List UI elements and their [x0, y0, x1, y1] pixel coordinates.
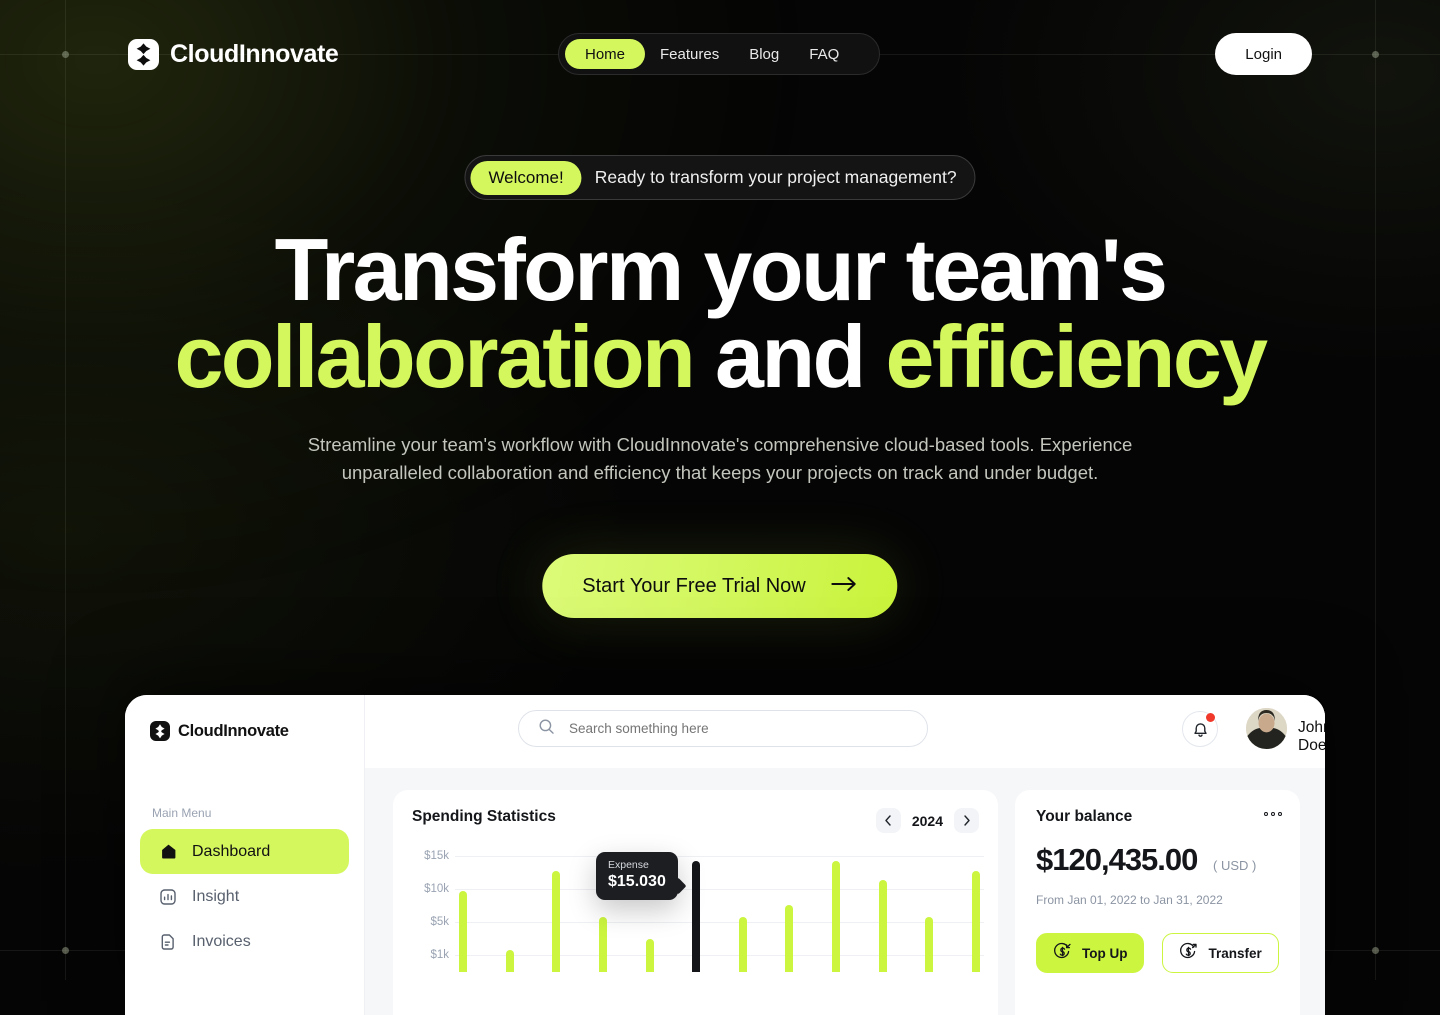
y-tick-label: $15k	[424, 850, 449, 862]
balance-date-range: From Jan 01, 2022 to Jan 31, 2022	[1036, 893, 1223, 907]
dashboard-brand-name: CloudInnovate	[178, 721, 289, 740]
headline-lime-collaboration: collaboration	[174, 307, 695, 407]
search-icon	[538, 718, 555, 740]
y-tick-label: $1k	[430, 949, 449, 961]
chart-bar[interactable]	[598, 916, 607, 972]
chevron-right-icon[interactable]	[954, 808, 979, 833]
spending-statistics-card: Spending Statistics 2024 $15k $10k $5k $…	[393, 790, 998, 1015]
sidebar-section-label: Main Menu	[152, 806, 212, 820]
top-up-label: Top Up	[1082, 945, 1128, 961]
login-button[interactable]: Login	[1215, 33, 1312, 75]
headline-lime-efficiency: efficiency	[885, 307, 1269, 407]
main-navigation: Home Features Blog FAQ	[558, 33, 880, 75]
tooltip-label: Expense	[608, 859, 649, 871]
nav-item-faq[interactable]: FAQ	[794, 39, 854, 69]
sidebar-menu: Dashboard Insight Invoices	[140, 829, 349, 964]
arrow-right-icon	[831, 575, 858, 598]
notification-badge	[1206, 713, 1215, 722]
welcome-chip: Welcome!	[470, 160, 582, 195]
site-header: CloudInnovate Home Features Blog FAQ Log…	[0, 0, 1440, 108]
grid-node-bottom-right	[1372, 947, 1379, 954]
transfer-button[interactable]: Transfer	[1162, 933, 1279, 973]
selected-year: 2024	[911, 812, 943, 829]
tooltip-value: $15.030	[608, 873, 666, 890]
dollar-arrow-out-icon	[1179, 942, 1198, 964]
balance-actions: Top Up Transfer	[1036, 933, 1279, 973]
sidebar-item-invoices[interactable]: Invoices	[140, 919, 349, 964]
welcome-banner: Welcome! Ready to transform your project…	[464, 155, 976, 200]
avatar[interactable]	[1246, 708, 1287, 749]
nav-item-features[interactable]: Features	[645, 39, 734, 69]
search-input[interactable]	[569, 721, 879, 736]
chart-bar[interactable]	[552, 870, 561, 972]
dashboard-preview: CloudInnovate Main Menu Dashboard Insigh…	[125, 695, 1325, 1015]
search-box[interactable]	[518, 710, 928, 747]
chart-bar[interactable]	[738, 916, 747, 972]
dashboard-topbar: John Doe	[365, 695, 1325, 768]
welcome-message: Ready to transform your project manageme…	[594, 167, 957, 187]
chart-bar[interactable]	[971, 870, 980, 972]
sidebar-item-dashboard[interactable]: Dashboard	[140, 829, 349, 874]
brand-logo[interactable]: CloudInnovate	[128, 39, 339, 70]
chart-bar[interactable]	[505, 949, 514, 972]
dashboard-brand[interactable]: CloudInnovate	[150, 721, 289, 741]
headline-line-1: Transform your team's	[274, 220, 1168, 319]
user-name: John Doe	[1298, 719, 1325, 754]
chart-tooltip: Expense $15.030	[596, 852, 678, 900]
balance-amount: $120,435.00	[1036, 842, 1198, 877]
chevron-left-icon[interactable]	[875, 808, 901, 833]
diamond-star-logo-icon	[150, 721, 170, 741]
balance-card: Your balance $120,435.00 ( USD ) From Ja…	[1015, 790, 1300, 1015]
transfer-label: Transfer	[1208, 945, 1262, 961]
sidebar-item-label: Dashboard	[192, 842, 271, 860]
y-tick-label: $10k	[424, 883, 449, 895]
notifications-button[interactable]	[1182, 711, 1218, 747]
sidebar-item-label: Invoices	[192, 932, 251, 950]
chart-bar[interactable]	[645, 938, 654, 972]
chart-bars	[459, 850, 980, 972]
sidebar-item-insight[interactable]: Insight	[140, 874, 349, 919]
headline-and: and	[693, 307, 886, 407]
dollar-arrow-in-icon	[1053, 942, 1072, 964]
nav-item-blog[interactable]: Blog	[734, 39, 794, 69]
bar-chart: $15k $10k $5k $1k Expense $15.030	[411, 850, 984, 1015]
top-up-button[interactable]: Top Up	[1036, 933, 1145, 973]
more-horizontal-icon[interactable]	[1264, 812, 1282, 816]
balance-currency: ( USD )	[1213, 858, 1257, 873]
nav-item-home[interactable]: Home	[565, 39, 646, 69]
document-icon	[158, 932, 178, 952]
chart-bar[interactable]	[832, 861, 840, 972]
brand-name: CloudInnovate	[170, 40, 339, 68]
chart-bar[interactable]	[692, 860, 701, 972]
diamond-star-logo-icon	[128, 39, 159, 70]
home-icon	[158, 842, 178, 862]
grid-line-vertical-left	[65, 0, 66, 980]
chart-box-icon	[158, 887, 178, 907]
chart-bar[interactable]	[459, 890, 467, 972]
card-title: Spending Statistics	[412, 808, 556, 825]
hero-description: Streamline your team's workflow with Clo…	[307, 434, 1133, 483]
page-title: Transform your team's collaboration and …	[0, 226, 1440, 401]
sidebar-item-label: Insight	[192, 887, 240, 905]
chart-bar[interactable]	[785, 905, 794, 972]
chart-bar[interactable]	[878, 879, 887, 972]
grid-line-vertical-right	[1375, 0, 1376, 980]
y-axis-labels: $15k $10k $5k $1k	[411, 850, 449, 965]
dashboard-sidebar: CloudInnovate Main Menu Dashboard Insigh…	[125, 695, 365, 1015]
grid-node-bottom-left	[62, 947, 69, 954]
y-tick-label: $5k	[430, 916, 449, 928]
cta-label: Start Your Free Trial Now	[582, 574, 806, 597]
dashboard-main: John Doe Spending Statistics 2024	[365, 695, 1325, 1015]
balance-card-title: Your balance	[1036, 808, 1133, 825]
chart-bar[interactable]	[925, 916, 934, 972]
year-selector: 2024	[875, 808, 979, 833]
start-free-trial-button[interactable]: Start Your Free Trial Now	[542, 554, 898, 618]
